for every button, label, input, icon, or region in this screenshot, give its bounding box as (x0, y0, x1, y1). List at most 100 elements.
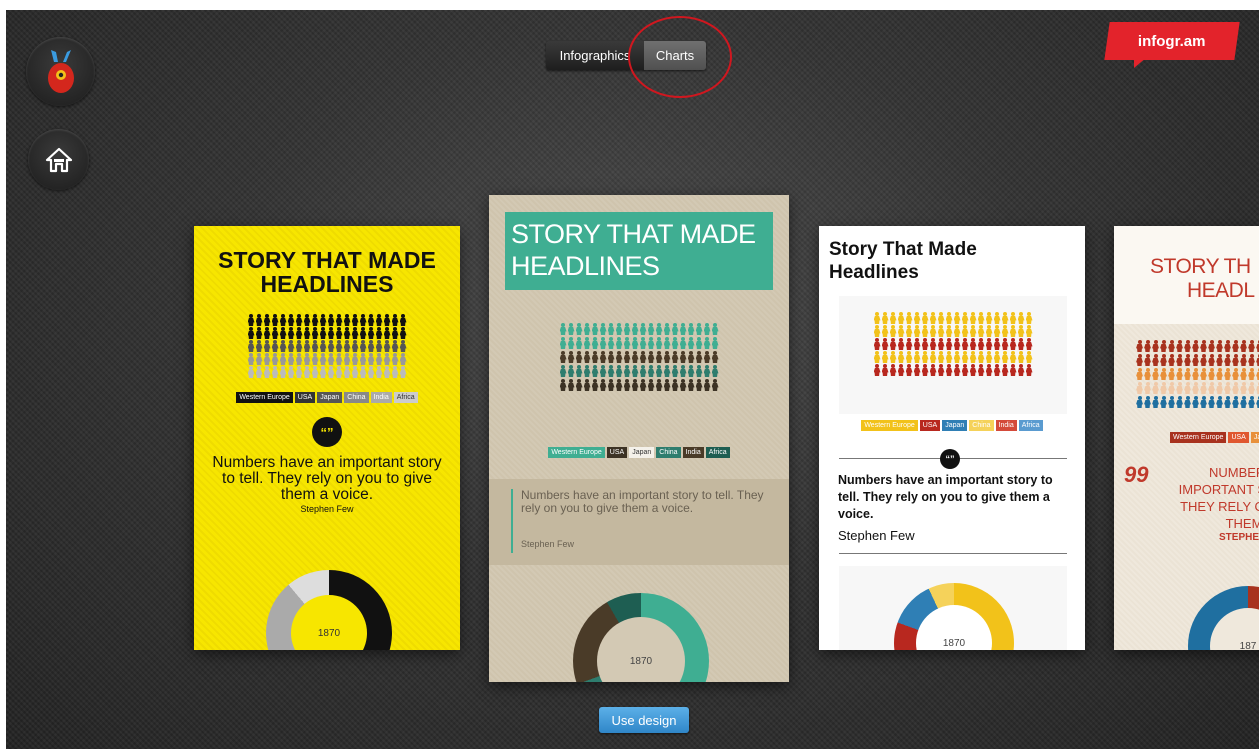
person-icon (672, 365, 679, 377)
person-icon (930, 325, 937, 337)
card-title-line1: STORY TH (1150, 255, 1251, 278)
person-icon (248, 327, 255, 339)
person-icon (986, 325, 993, 337)
person-icon (978, 325, 985, 337)
person-icon (664, 379, 671, 391)
person-icon (272, 314, 279, 326)
legend-item: Western Europe (861, 420, 918, 431)
person-icon (1240, 368, 1247, 380)
home-button[interactable] (28, 129, 89, 190)
person-icon (288, 340, 295, 352)
person-icon (592, 365, 599, 377)
template-card-white[interactable]: Story That Made Headlines Western Europe … (819, 226, 1085, 650)
pictogram-row (489, 365, 789, 377)
person-icon (914, 338, 921, 350)
app-logo-button[interactable] (26, 37, 95, 106)
person-icon (400, 327, 407, 339)
person-icon (898, 364, 905, 376)
person-icon (938, 364, 945, 376)
quote-text: Numbers have an important story to tell.… (521, 488, 764, 515)
person-icon (328, 340, 335, 352)
person-icon (640, 337, 647, 349)
person-icon (1018, 325, 1025, 337)
person-icon (994, 364, 1001, 376)
person-icon (962, 338, 969, 350)
template-card-yellow[interactable]: STORY THAT MADE HEADLINES Western Europe … (194, 226, 460, 650)
person-icon (640, 351, 647, 363)
person-icon (1232, 368, 1239, 380)
person-icon (288, 314, 295, 326)
person-icon (640, 365, 647, 377)
template-card-sand[interactable]: STORY THAT MADE HEADLINES Western Europe… (489, 195, 789, 682)
person-icon (954, 351, 961, 363)
person-icon (978, 312, 985, 324)
legend-item: Western Europe (1170, 432, 1227, 443)
person-icon (616, 365, 623, 377)
person-icon (376, 327, 383, 339)
pictogram-row (194, 353, 460, 365)
person-icon (946, 351, 953, 363)
person-icon (1160, 368, 1167, 380)
person-icon (344, 340, 351, 352)
person-icon (264, 366, 271, 378)
person-icon (608, 379, 615, 391)
person-icon (248, 353, 255, 365)
person-icon (344, 353, 351, 365)
legend: Western Europe USA Japan China India Afr… (489, 447, 789, 458)
person-icon (624, 323, 631, 335)
pictogram-row (489, 337, 789, 349)
person-icon (280, 327, 287, 339)
person-icon (320, 340, 327, 352)
people-pictogram (839, 296, 1067, 414)
person-icon (1144, 354, 1151, 366)
person-icon (1248, 340, 1255, 352)
person-icon (1010, 364, 1017, 376)
person-icon (882, 312, 889, 324)
legend-item: India (682, 447, 704, 458)
person-icon (584, 337, 591, 349)
person-icon (994, 351, 1001, 363)
person-icon (906, 312, 913, 324)
person-icon (288, 353, 295, 365)
legend-item: China (969, 420, 994, 431)
person-icon (1152, 340, 1159, 352)
person-icon (560, 365, 567, 377)
person-icon (664, 323, 671, 335)
legend-item: Western Europe (236, 392, 293, 403)
person-icon (1026, 351, 1033, 363)
person-icon (704, 323, 711, 335)
person-icon (954, 364, 961, 376)
person-icon (890, 312, 897, 324)
person-icon (890, 325, 897, 337)
person-icon (962, 351, 969, 363)
person-icon (656, 365, 663, 377)
person-icon (320, 327, 327, 339)
person-icon (296, 340, 303, 352)
person-icon (632, 323, 639, 335)
person-icon (560, 379, 567, 391)
person-icon (320, 366, 327, 378)
person-icon (688, 323, 695, 335)
person-icon (1144, 396, 1151, 408)
person-icon (1160, 382, 1167, 394)
person-icon (312, 340, 319, 352)
person-icon (648, 365, 655, 377)
person-icon (608, 337, 615, 349)
person-icon (1152, 368, 1159, 380)
person-icon (632, 337, 639, 349)
use-design-button[interactable]: Use design (599, 707, 689, 733)
brand-logo[interactable]: infogr.am (1104, 22, 1240, 60)
divider (839, 553, 1067, 554)
person-icon (696, 379, 703, 391)
person-icon (1240, 354, 1247, 366)
template-card-cream[interactable]: STORY TH HEADL Western Europe USA Japa 9… (1114, 226, 1259, 650)
legend-item: Africa (705, 447, 730, 458)
person-icon (938, 338, 945, 350)
person-icon (608, 365, 615, 377)
pictogram-row (194, 314, 460, 326)
person-icon (648, 337, 655, 349)
person-icon (712, 351, 719, 363)
person-icon (1160, 340, 1167, 352)
person-icon (296, 314, 303, 326)
person-icon (1002, 312, 1009, 324)
